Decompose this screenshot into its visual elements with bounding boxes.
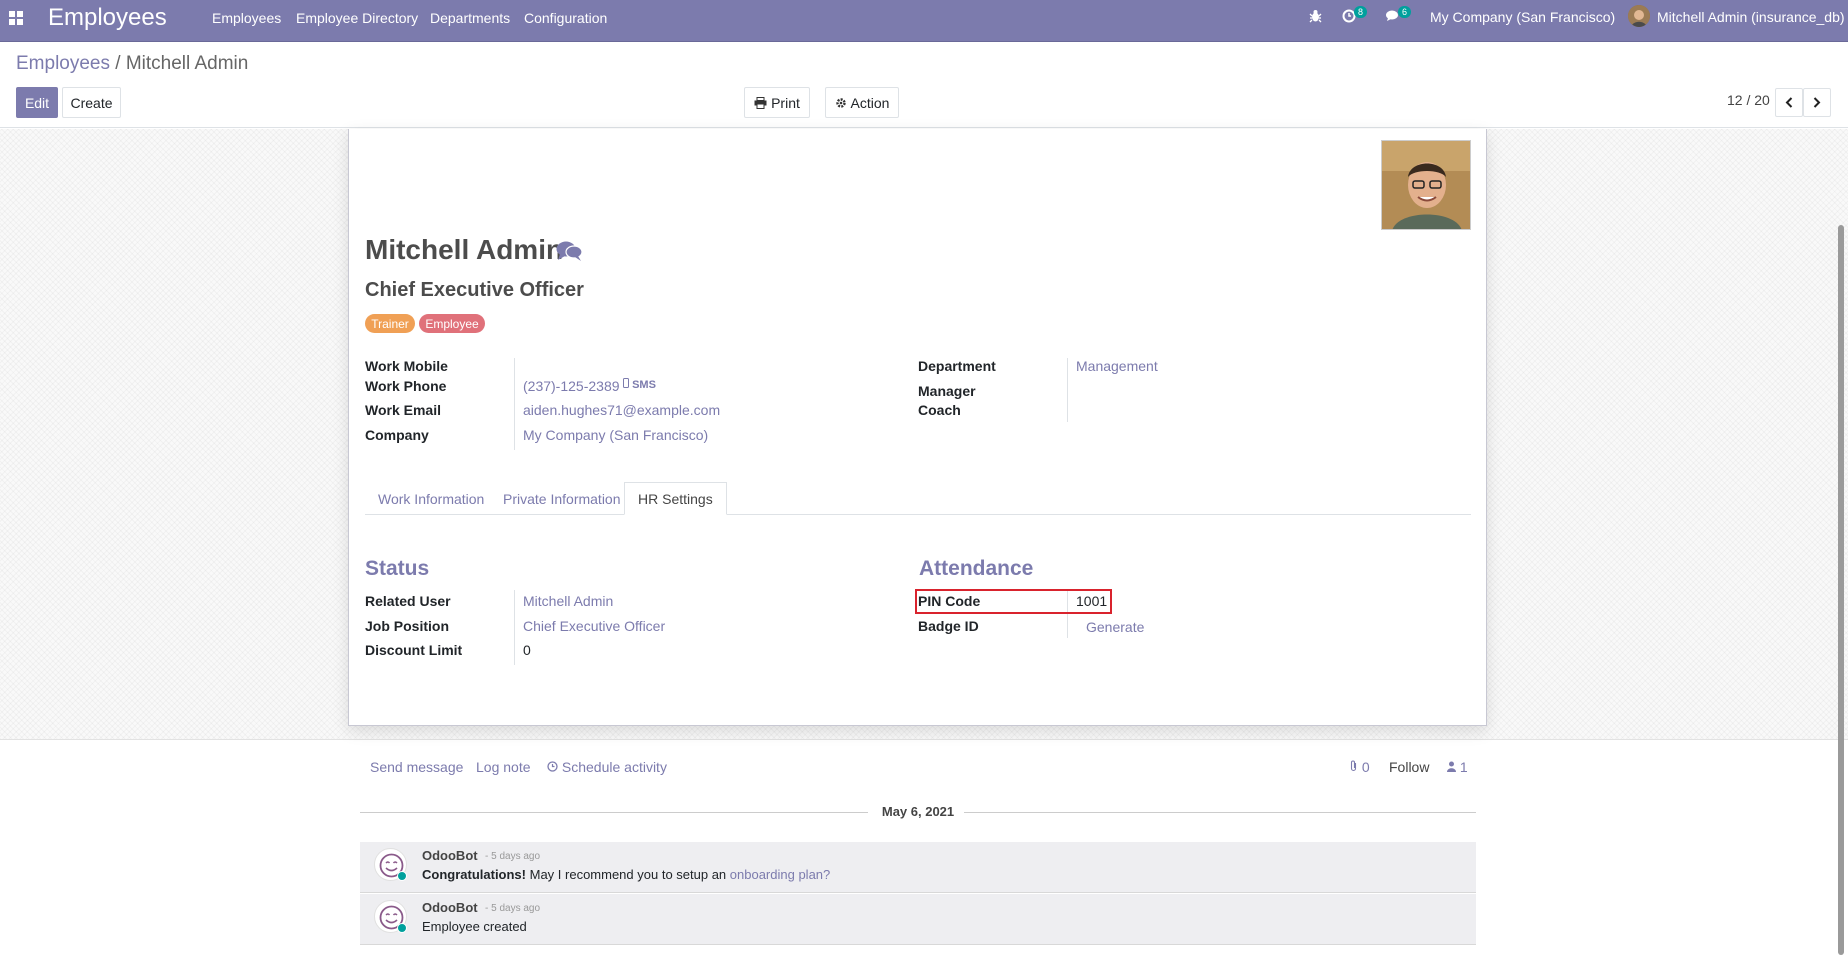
user-avatar[interactable] (1628, 5, 1650, 27)
discount-limit-value: 0 (523, 642, 531, 658)
work-phone-label: Work Phone (365, 378, 447, 394)
message-author[interactable]: OdooBot (422, 900, 478, 915)
tag-employee[interactable]: Employee (419, 314, 485, 333)
coach-label: Coach (918, 402, 961, 418)
attachments-count: 0 (1361, 759, 1370, 775)
message-bold-text: Congratulations! (422, 867, 526, 882)
field-divider (514, 358, 515, 450)
log-note-button[interactable]: Log note (476, 759, 531, 775)
employee-photo[interactable] (1381, 140, 1471, 230)
date-separator: May 6, 2021 (360, 804, 1476, 820)
company-switcher[interactable]: My Company (San Francisco) (1430, 9, 1615, 25)
menu-employee-directory[interactable]: Employee Directory (296, 10, 418, 26)
message-time: - 5 days ago (485, 903, 541, 914)
chevron-right-icon (1813, 97, 1821, 108)
work-email-label: Work Email (365, 402, 441, 418)
user-menu[interactable]: Mitchell Admin (insurance_db) (1657, 9, 1845, 25)
work-phone-value[interactable]: (237)-125-2389 (523, 378, 620, 394)
odoobot-avatar[interactable] (374, 848, 407, 881)
send-message-button[interactable]: Send message (370, 759, 463, 775)
follow-button[interactable]: Follow (1389, 759, 1429, 775)
breadcrumb: Employees / Mitchell Admin (16, 53, 248, 75)
print-button[interactable]: Print (744, 87, 810, 118)
status-section-title: Status (365, 557, 430, 580)
messaging-icon[interactable]: 6 (1386, 6, 1412, 26)
attachments-button[interactable]: 0 (1349, 759, 1370, 775)
menu-employees[interactable]: Employees (212, 10, 281, 26)
menu-configuration[interactable]: Configuration (524, 10, 607, 26)
field-divider-right (1067, 358, 1068, 422)
action-button[interactable]: Action (825, 87, 899, 118)
apps-menu-icon[interactable] (9, 11, 23, 25)
menu-departments[interactable]: Departments (430, 10, 510, 26)
schedule-activity-label: Schedule activity (561, 759, 667, 775)
related-user-value[interactable]: Mitchell Admin (523, 593, 613, 609)
tab-work-information[interactable]: Work Information (365, 482, 497, 515)
tab-hr-settings[interactable]: HR Settings (624, 482, 727, 515)
date-label: May 6, 2021 (881, 804, 955, 819)
schedule-activity-button[interactable]: Schedule activity (547, 759, 667, 775)
employee-name: Mitchell Admin (365, 234, 564, 265)
attendance-section-title: Attendance (919, 557, 1034, 580)
work-mobile-label: Work Mobile (365, 358, 448, 374)
job-position-label: Job Position (365, 618, 449, 634)
chat-bubbles-icon[interactable] (556, 240, 583, 266)
sms-button[interactable]: SMS (623, 378, 656, 391)
message-body: Congratulations! May I recommend you to … (422, 867, 830, 882)
print-label: Print (771, 94, 800, 111)
message-time: - 5 days ago (485, 851, 541, 862)
scrollbar[interactable] (1838, 225, 1844, 955)
message-item: OdooBot - 5 days ago Employee created (360, 894, 1476, 945)
status-divider (514, 590, 515, 665)
followers-count: 1 (1459, 759, 1468, 775)
breadcrumb-employees[interactable]: Employees (16, 53, 110, 74)
company-label: Company (365, 427, 429, 443)
work-email-value[interactable]: aiden.hughes71@example.com (523, 402, 720, 418)
form-sheet (348, 129, 1487, 726)
onboarding-plan-link[interactable]: onboarding plan? (730, 867, 830, 882)
paperclip-icon (1350, 760, 1357, 772)
generate-badge-button[interactable]: Generate (1086, 619, 1144, 635)
pin-code-highlight-box (915, 589, 1112, 614)
odoobot-avatar[interactable] (374, 900, 407, 933)
mobile-icon (623, 378, 629, 388)
breadcrumb-separator: / (115, 53, 121, 74)
chevron-left-icon (1785, 97, 1793, 108)
company-value[interactable]: My Company (San Francisco) (523, 427, 708, 443)
department-label: Department (918, 358, 996, 374)
pager-previous-button[interactable] (1775, 88, 1803, 117)
employee-job-title: Chief Executive Officer (365, 279, 584, 301)
top-navbar: Employees Employees Employee Directory D… (0, 0, 1848, 42)
control-panel: Employees / Mitchell Admin (0, 42, 1848, 128)
message-item: OdooBot - 5 days ago Congratulations! Ma… (360, 842, 1476, 893)
followers-button[interactable]: 1 (1447, 759, 1468, 775)
tab-private-information[interactable]: Private Information (490, 482, 634, 515)
sms-label: SMS (632, 379, 656, 391)
badge-id-label: Badge ID (918, 618, 979, 634)
debug-icon[interactable] (1309, 9, 1322, 26)
manager-label: Manager (918, 383, 976, 399)
activity-count-badge: 8 (1354, 6, 1368, 18)
user-icon (1447, 761, 1456, 772)
gear-icon (835, 97, 846, 108)
pager-value[interactable]: 12 / 20 (1727, 92, 1770, 108)
clock-icon (547, 761, 558, 772)
message-author[interactable]: OdooBot (422, 848, 478, 863)
tag-trainer[interactable]: Trainer (365, 314, 415, 333)
app-title[interactable]: Employees (48, 4, 167, 32)
message-count-badge: 6 (1398, 6, 1412, 18)
job-position-value[interactable]: Chief Executive Officer (523, 618, 665, 634)
pager-next-button[interactable] (1803, 88, 1831, 117)
edit-button[interactable]: Edit (16, 87, 58, 118)
related-user-label: Related User (365, 593, 451, 609)
create-button[interactable]: Create (62, 87, 121, 118)
department-value[interactable]: Management (1076, 358, 1158, 374)
print-icon (754, 96, 767, 109)
breadcrumb-current: Mitchell Admin (125, 53, 249, 74)
action-label: Action (850, 94, 890, 111)
message-body: Employee created (422, 919, 527, 934)
discount-limit-label: Discount Limit (365, 642, 463, 658)
message-text: May I recommend you to setup an (526, 867, 730, 882)
activity-clock-icon[interactable]: 8 (1342, 6, 1368, 26)
